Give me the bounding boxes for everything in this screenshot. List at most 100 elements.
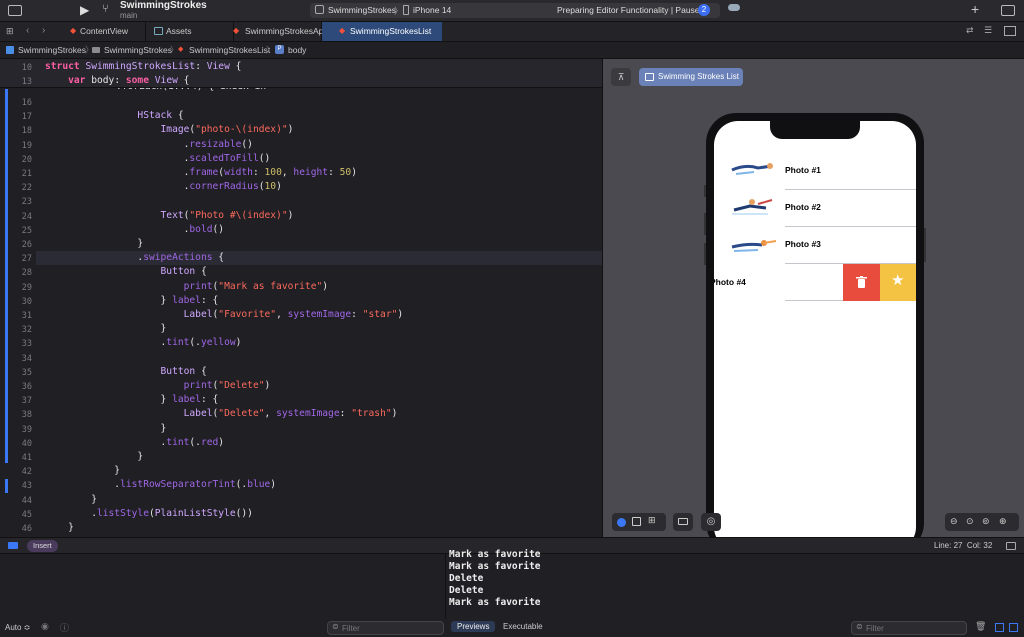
chevron-right-icon: 〉 [266,45,275,55]
line-number: 38 [21,410,32,421]
scheme-icon [315,5,324,14]
zoom-in-icon[interactable]: ⊕ [999,516,1007,527]
code-line: .tint(.yellow) [45,337,242,349]
breadcrumb-item[interactable]: SwimmingStrokesList [189,45,270,55]
live-mode-icon[interactable] [617,518,626,527]
add-icon[interactable]: + [971,1,979,17]
pin-button[interactable]: ⊼ [611,68,631,86]
editor-options-icon[interactable]: ☰ [984,25,992,36]
variables-filter[interactable]: ⊜ Filter [327,621,444,635]
forward-icon[interactable]: › [42,25,45,36]
build-status: Preparing Editor Functionality | Paused [557,5,705,15]
code-line: .tint(.red) [45,436,225,448]
list-item[interactable]: Photo #3 [714,227,916,264]
star-icon: ★ [891,272,905,289]
console-line: Delete [449,573,484,584]
line-number: 32 [21,325,32,336]
swift-file-icon: ◆ [339,26,346,35]
tab-executable[interactable]: Executable [503,622,543,631]
line-number: 10 [21,63,32,73]
run-button[interactable]: ▶ [80,3,89,17]
selectable-mode-icon[interactable] [632,517,641,526]
scheme-name[interactable]: SwimmingStrokes [328,5,396,15]
zoom-actual-icon[interactable]: ⊚ [982,516,990,527]
device-frame: Photo #1 Photo #2 Photo #3 Photo #4 [704,113,926,553]
console-line: Mark as favorite [449,597,541,608]
device-icon [403,5,409,15]
breadcrumb-item[interactable]: SwimmingStrokes [18,45,86,55]
code-line: .resizable() [45,138,253,150]
code-line: .swipeActions { [45,252,225,264]
device-screen[interactable]: Photo #1 Photo #2 Photo #3 Photo #4 [714,121,916,551]
line-number: 30 [21,296,32,307]
list-item[interactable]: Photo #2 [714,190,916,227]
tab-swimmingstrokeslist[interactable]: ◆ SwimmingStrokesList [322,22,442,41]
line-number: 42 [21,467,32,478]
inspector-toggle-icon[interactable] [1001,5,1015,16]
line-number: 21 [21,169,32,179]
left-panel-icon[interactable] [995,623,1004,632]
back-icon[interactable]: ‹ [26,25,29,36]
preview-icon [645,73,654,81]
breadcrumb-item[interactable]: body [288,45,306,55]
sidebar-toggle-icon[interactable] [8,5,22,16]
grid-icon[interactable]: ⊞ [6,26,14,37]
eye-icon[interactable]: ◉ [41,621,49,632]
debug-toggle-icon[interactable] [8,542,18,549]
breadcrumb-item[interactable]: SwimmingStrokes [104,45,172,55]
project-title: SwimmingStrokes [120,0,207,11]
zoom-out-icon[interactable]: ⊖ [950,516,958,527]
list-item-swiped[interactable]: Photo #4 ★ [714,264,916,301]
line-number: 20 [21,154,32,165]
console-output[interactable]: Mark as favorite Mark as favorite Delete… [446,549,1024,615]
tab-previews[interactable]: Previews [451,621,496,632]
list-item[interactable]: Photo #1 [714,152,916,190]
line-number: 37 [21,396,32,407]
split-editor-icon[interactable] [1004,26,1016,36]
code-line: .listRowSeparatorTint(.blue) [45,479,277,491]
folder-icon [92,47,100,53]
code-line: } [45,451,144,462]
sticky-line-struct: struct SwimmingStrokesList: View { [45,61,242,72]
sticky-line-body: var body: some View { [68,75,190,86]
swap-icon[interactable]: ⇄ [966,25,974,36]
branch-name: main [120,11,138,20]
preview-canvas: ⊼ Swimming Strokes List Photo #1 Photo #… [602,59,1024,553]
tab-label: SwimmingStrokesList [350,26,432,36]
line-number: 34 [21,353,32,364]
row-label: Photo #1 [785,165,821,175]
preview-label-chip[interactable]: Swimming Strokes List [639,68,743,86]
console-filter[interactable]: ⊜ Filter [851,621,967,635]
trash-icon[interactable]: 🗑 [975,621,986,632]
info-icon[interactable]: ⓘ [60,621,69,634]
zoom-fit-icon[interactable]: ⊙ [966,516,974,527]
debug-area: Mark as favorite Mark as favorite Delete… [0,549,1024,637]
line-number: 13 [21,77,32,87]
code-editor[interactable]: .forEach(1...4) { index in1617 HStack {1… [0,59,602,537]
scheme-selector[interactable]: SwimmingStrokes 〉 iPhone 14 Preparing Ed… [310,3,720,18]
code-line: Label("Delete", systemImage: "trash") [183,408,398,420]
line-number: 44 [21,495,32,506]
row-label: Photo #3 [785,239,821,249]
device-name[interactable]: iPhone 14 [413,5,451,15]
code-line: } [45,238,144,249]
swimmer-image [732,199,773,215]
variants-icon[interactable]: ⊞ [648,515,656,526]
swimmer-image [731,240,777,252]
sticky-header: 10 struct SwimmingStrokesList: View { 13… [0,59,602,88]
delete-action-button[interactable] [843,264,880,301]
tab-swimmingstrokesapp[interactable]: ◆ SwimmingStrokesApp [233,22,328,41]
trash-icon [856,276,867,288]
status-badge[interactable]: 2 [698,4,710,16]
favorite-action-button[interactable]: ★ [880,264,916,301]
code-line: } [45,422,167,434]
editor-tab-bar: ⊞ ‹ › ◆ ContentView Assets ◆ SwimmingStr… [0,22,1024,42]
auto-selector[interactable]: Auto ≎ [5,623,30,632]
orientation-button[interactable]: ◎ [701,513,721,531]
tab-assets[interactable]: Assets [146,22,234,41]
tab-contentview[interactable]: ◆ ContentView [58,22,146,41]
code-line: } [45,493,97,505]
row-separator [785,300,845,301]
right-panel-icon[interactable] [1009,623,1018,632]
code-line: } [45,465,121,477]
